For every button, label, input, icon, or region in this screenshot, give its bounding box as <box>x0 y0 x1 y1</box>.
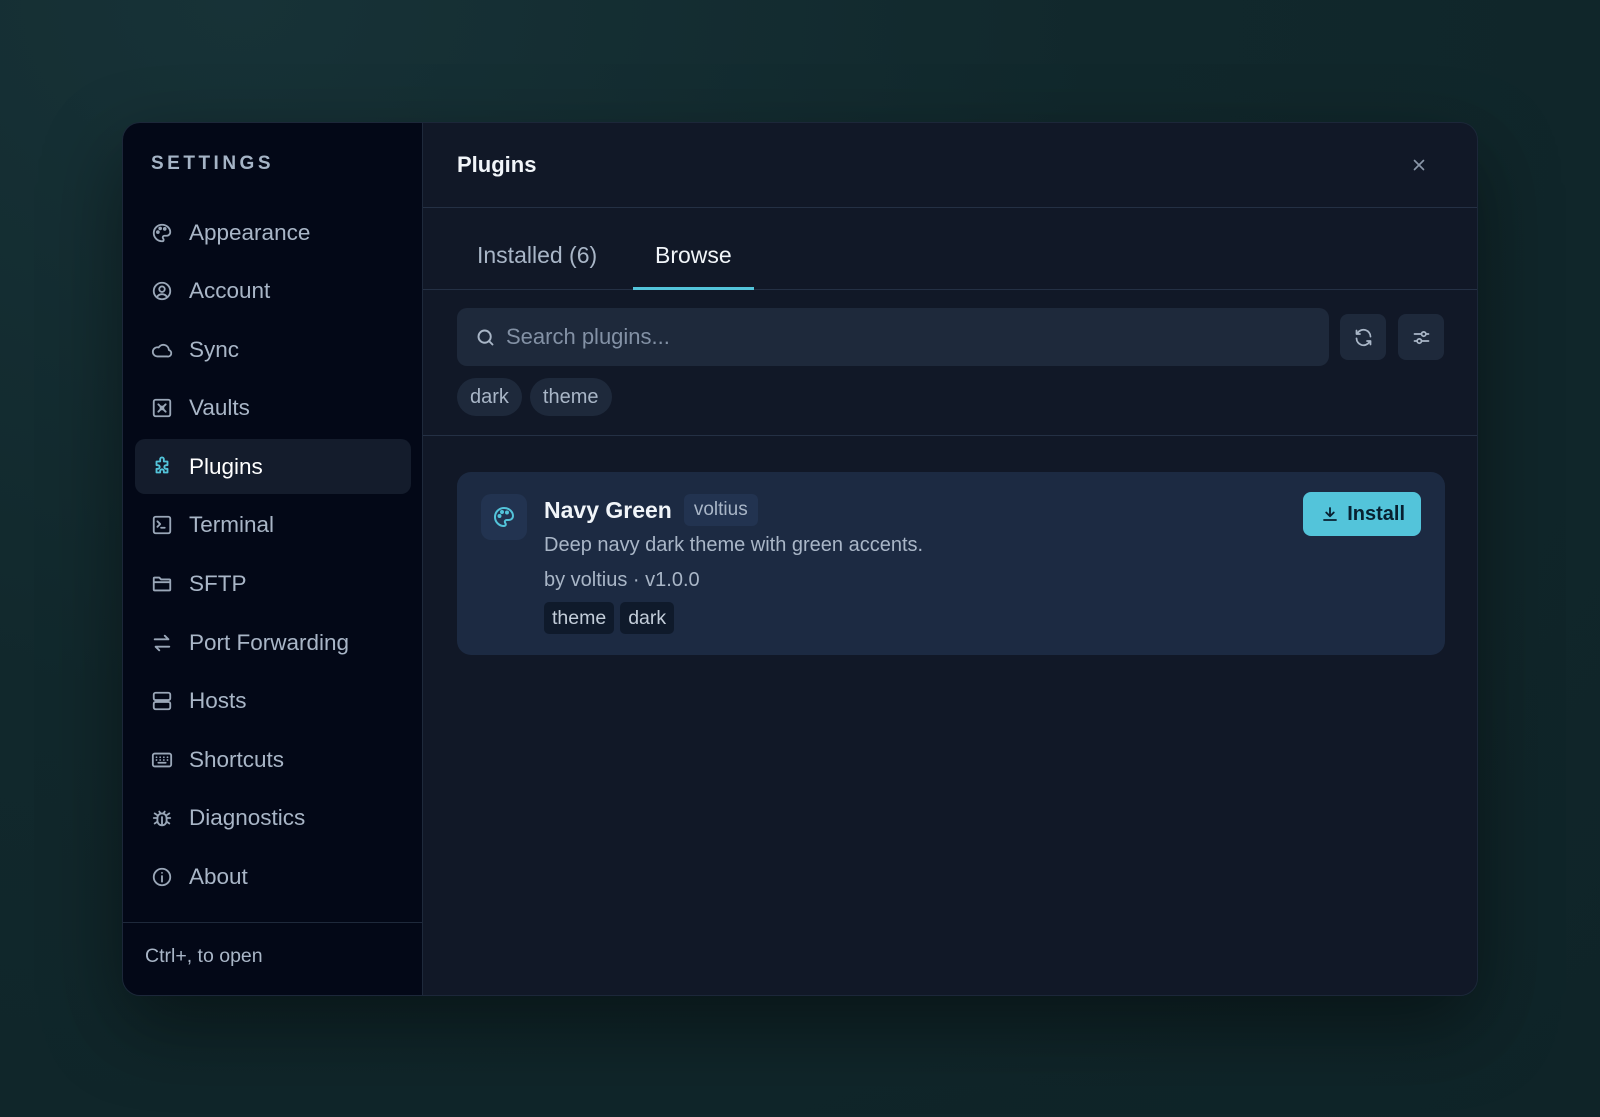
arrows-left-right-icon <box>151 632 173 654</box>
plugin-tags: theme dark <box>544 602 923 634</box>
shortcut-hint: Ctrl+, to open <box>123 922 422 995</box>
browse-toolbar: dark theme <box>423 290 1477 436</box>
plugin-tabs: Installed (6) Browse <box>423 208 1477 290</box>
filter-chips: dark theme <box>457 378 612 416</box>
sidebar-item-account[interactable]: Account <box>135 264 411 319</box>
settings-sidebar: SETTINGS Appearance Account Sync Vaults … <box>123 123 423 995</box>
server-icon <box>151 690 173 712</box>
download-icon <box>1323 507 1338 521</box>
sidebar-title: SETTINGS <box>151 153 275 174</box>
folder-icon <box>151 573 173 595</box>
sidebar-item-label: Account <box>189 278 271 304</box>
user-circle-icon <box>151 280 173 302</box>
bug-icon <box>151 807 173 829</box>
plugin-tag: dark <box>620 602 675 634</box>
sidebar-item-sftp[interactable]: SFTP <box>135 557 411 612</box>
sidebar-item-sync[interactable]: Sync <box>135 322 411 377</box>
keyboard-icon <box>151 749 173 771</box>
refresh-icon <box>1355 328 1371 346</box>
puzzle-icon <box>151 456 173 478</box>
search-icon <box>477 329 494 345</box>
plugin-meta: by voltius · v1.0.0 <box>544 569 700 591</box>
install-button[interactable]: Install <box>1303 492 1421 536</box>
sidebar-item-label: Hosts <box>189 688 247 714</box>
sidebar-item-label: Terminal <box>189 512 275 538</box>
sidebar-item-label: Shortcuts <box>189 746 285 772</box>
plugin-description: Deep navy dark theme with green accents. <box>544 534 924 556</box>
sidebar-item-label: Diagnostics <box>189 805 306 831</box>
sidebar-item-label: About <box>189 864 248 890</box>
sidebar-item-vaults[interactable]: Vaults <box>135 381 411 436</box>
filter-settings-button[interactable] <box>1398 314 1444 360</box>
close-button[interactable] <box>1405 151 1433 179</box>
panel-header: Plugins <box>423 123 1477 208</box>
sidebar-item-port-forwarding[interactable]: Port Forwarding <box>135 615 411 670</box>
plugin-card-body: Navy Green voltius Deep navy dark theme … <box>544 494 923 634</box>
sliders-icon <box>1413 330 1429 344</box>
search-input[interactable] <box>506 324 1306 350</box>
plugin-tag: theme <box>544 602 615 634</box>
settings-window: SETTINGS Appearance Account Sync Vaults … <box>122 122 1478 996</box>
close-icon <box>1413 159 1425 171</box>
sidebar-item-hosts[interactable]: Hosts <box>135 674 411 729</box>
search-box <box>457 308 1329 366</box>
sidebar-item-diagnostics[interactable]: Diagnostics <box>135 791 411 846</box>
terminal-icon <box>151 514 173 536</box>
sidebar-item-label: Vaults <box>189 395 250 421</box>
sidebar-item-terminal[interactable]: Terminal <box>135 498 411 553</box>
settings-nav: Appearance Account Sync Vaults Plugins T… <box>135 205 411 908</box>
plugins-panel: Plugins Installed (6) Browse dark theme <box>423 123 1477 995</box>
sidebar-item-shortcuts[interactable]: Shortcuts <box>135 732 411 787</box>
filter-chip-theme[interactable]: theme <box>529 378 612 416</box>
sidebar-item-about[interactable]: About <box>135 850 411 905</box>
install-label: Install <box>1347 502 1405 525</box>
tab-installed[interactable]: Installed (6) <box>455 242 619 290</box>
vault-icon <box>151 397 173 419</box>
plugin-name: Navy Green <box>544 496 672 523</box>
page-title: Plugins <box>457 152 537 177</box>
sidebar-item-plugins[interactable]: Plugins <box>135 439 411 495</box>
palette-icon <box>481 494 527 540</box>
palette-icon <box>151 222 173 244</box>
sidebar-item-label: Port Forwarding <box>189 629 350 655</box>
sidebar-item-label: Appearance <box>189 219 311 245</box>
plugin-title-row: Navy Green voltius <box>544 494 923 526</box>
plugin-card: Navy Green voltius Deep navy dark theme … <box>457 472 1445 655</box>
refresh-button[interactable] <box>1340 314 1386 360</box>
sidebar-item-label: Plugins <box>189 453 263 479</box>
sidebar-item-label: Sync <box>189 336 240 362</box>
sidebar-item-label: SFTP <box>189 571 247 597</box>
tab-browse[interactable]: Browse <box>633 242 754 290</box>
filter-chip-dark[interactable]: dark <box>457 378 522 416</box>
info-icon <box>151 866 173 888</box>
cloud-icon <box>151 339 173 361</box>
sidebar-item-appearance[interactable]: Appearance <box>135 205 411 260</box>
author-badge: voltius <box>683 494 758 526</box>
